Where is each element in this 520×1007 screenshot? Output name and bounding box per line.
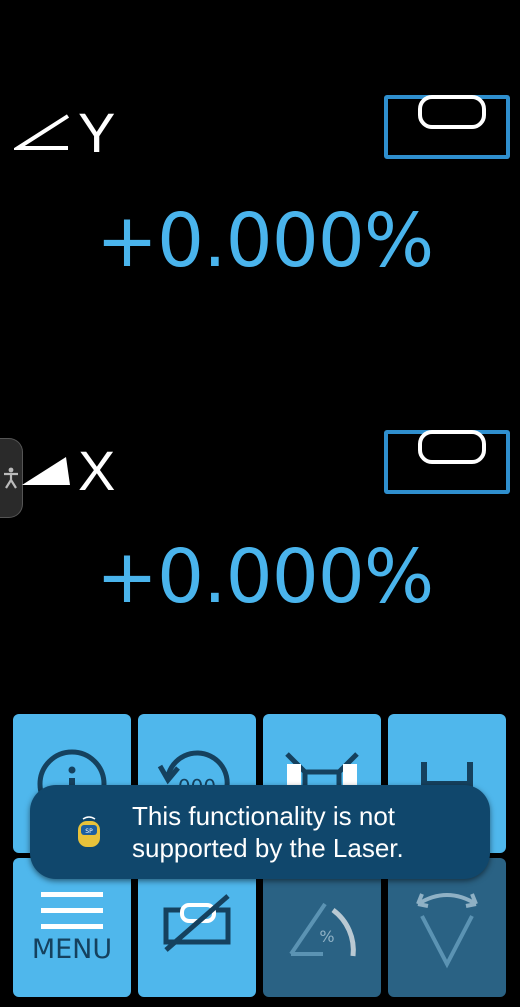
- y-level-indicator[interactable]: [384, 95, 510, 159]
- menu-label: MENU: [31, 934, 113, 965]
- level-bubble-icon: [418, 95, 486, 129]
- x-axis-label: X: [20, 438, 115, 503]
- x-axis-name: X: [78, 439, 116, 502]
- svg-text:SP: SP: [85, 828, 93, 835]
- accessibility-icon: [4, 467, 18, 489]
- level-bubble-icon: [418, 430, 486, 464]
- laser-app-icon: SP: [74, 815, 104, 849]
- wedge-icon: [22, 456, 70, 485]
- y-axis-name: Y: [78, 101, 116, 164]
- y-axis-label: Y: [14, 100, 115, 165]
- angle-icon: [14, 113, 70, 150]
- toast-notification: SP This functionality is not supported b…: [30, 785, 490, 879]
- y-slope-value: +0.000%: [96, 198, 434, 284]
- toast-message: This functionality is not supported by t…: [132, 801, 404, 863]
- svg-text:%: %: [319, 927, 334, 946]
- x-level-indicator[interactable]: [384, 430, 510, 494]
- x-slope-value: +0.000%: [96, 534, 434, 620]
